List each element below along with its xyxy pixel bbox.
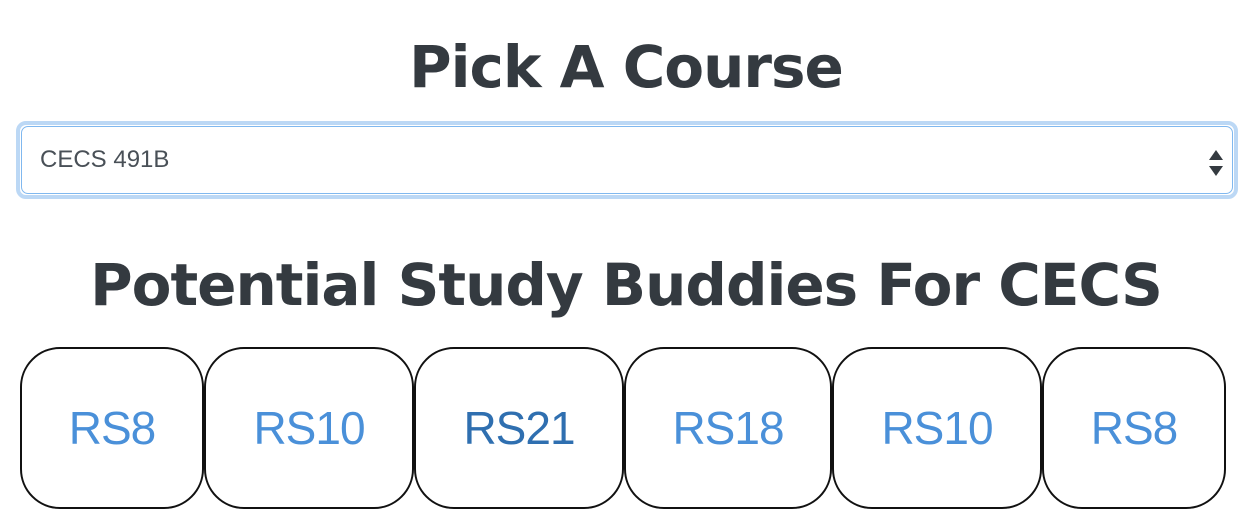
page-title: Pick A Course [409,33,844,101]
buddy-card[interactable]: RS8 [20,347,204,509]
buddy-link[interactable]: RS8 [1091,401,1178,455]
course-select[interactable]: CECS 491B [16,121,1238,199]
buddy-card[interactable]: RS18 [624,347,832,509]
course-select-value: CECS 491B [40,146,170,173]
section-title: Potential Study Buddies For CECS [90,251,1163,319]
buddy-link[interactable]: RS21 [463,401,575,455]
buddy-link[interactable]: RS8 [69,401,156,455]
buddy-link[interactable]: RS10 [881,401,993,455]
buddy-link[interactable]: RS10 [253,401,365,455]
buddy-link[interactable]: RS18 [672,401,784,455]
chevron-up-down-icon [1209,150,1223,176]
buddy-card[interactable]: RS10 [204,347,414,509]
buddy-card[interactable]: RS10 [832,347,1042,509]
buddy-card[interactable]: RS8 [1042,347,1226,509]
course-select-field[interactable]: CECS 491B [21,126,1233,194]
buddy-card[interactable]: RS21 [414,347,624,509]
